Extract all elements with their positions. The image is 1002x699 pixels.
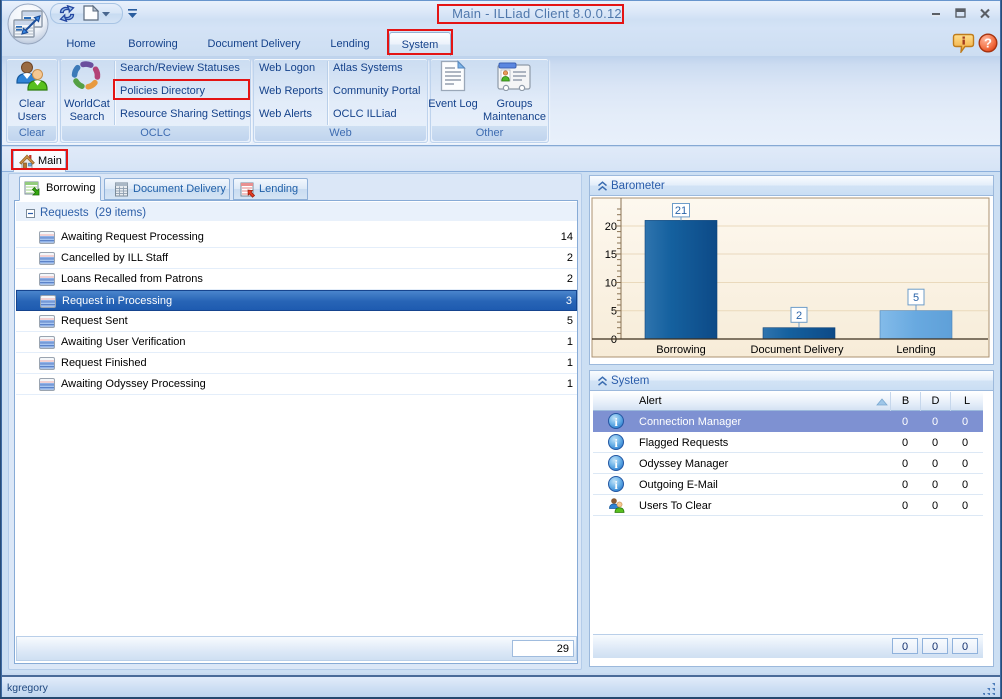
svg-text:Borrowing: Borrowing <box>656 344 706 356</box>
svg-text:15: 15 <box>605 249 617 261</box>
svg-text:Document Delivery: Document Delivery <box>751 344 844 356</box>
svg-text:0: 0 <box>611 334 617 346</box>
svg-text:10: 10 <box>605 278 617 290</box>
svg-text:2: 2 <box>796 310 802 322</box>
svg-text:5: 5 <box>913 292 919 304</box>
svg-text:?: ? <box>984 36 992 51</box>
svg-text:20: 20 <box>605 221 617 233</box>
svg-text:Lending: Lending <box>896 344 935 356</box>
svg-text:21: 21 <box>675 205 687 217</box>
svg-text:5: 5 <box>611 306 617 318</box>
